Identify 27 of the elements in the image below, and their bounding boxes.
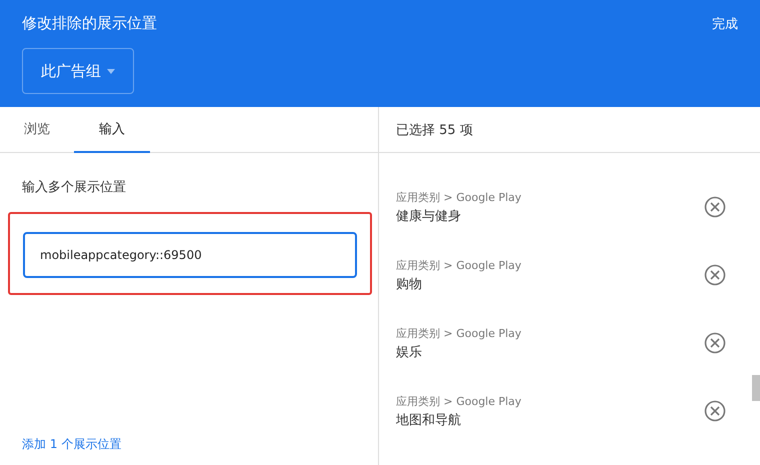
tab[interactable]: 输入: [74, 107, 150, 153]
scope-dropdown[interactable]: 此广告组: [22, 48, 134, 94]
done-button[interactable]: 完成: [712, 14, 738, 32]
field-label: 输入多个展示位置: [22, 179, 127, 196]
close-icon: [704, 400, 726, 422]
placement-name: 娱乐: [396, 344, 422, 361]
placement-name: 地图和导航: [396, 412, 461, 429]
remove-button[interactable]: [704, 400, 726, 422]
scrollbar-thumb[interactable]: [752, 375, 760, 401]
close-icon: [704, 196, 726, 218]
add-link[interactable]: 添加 1 个展示位置: [22, 436, 122, 453]
close-icon: [704, 332, 726, 354]
category-path: 应用类别 > Google Play: [396, 326, 522, 341]
remove-button[interactable]: [704, 264, 726, 286]
placement-name: 购物: [396, 276, 422, 293]
category-path: 应用类别 > Google Play: [396, 190, 522, 205]
remove-button[interactable]: [704, 196, 726, 218]
remove-button[interactable]: [704, 332, 726, 354]
dialog-title: 修改排除的展示位置: [22, 14, 157, 33]
input-field[interactable]: mobileappcategory::69500: [23, 232, 357, 278]
tab[interactable]: 浏览: [0, 107, 74, 153]
close-icon: [704, 264, 726, 286]
category-path: 应用类别 > Google Play: [396, 394, 522, 409]
placement-name: 健康与健身: [396, 208, 461, 225]
selected-count: 已选择 55 项: [396, 122, 473, 138]
category-path: 应用类别 > Google Play: [396, 258, 522, 273]
caret-icon: [107, 68, 115, 74]
